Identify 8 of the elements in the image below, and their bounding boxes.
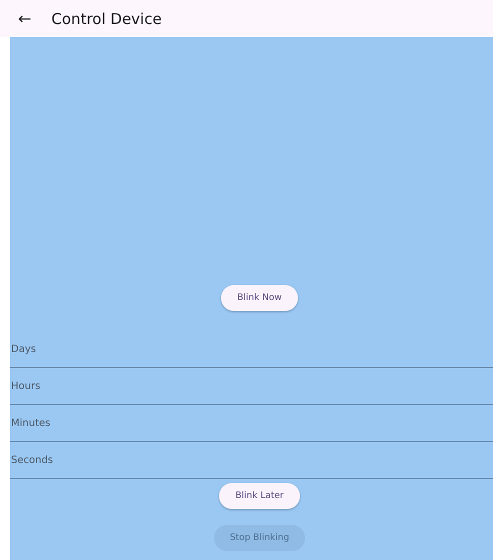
blink-now-button[interactable]: Blink Now (221, 285, 298, 311)
input-field[interactable]: Minutes (10, 405, 493, 442)
action-button[interactable]: Blink Later (219, 483, 300, 509)
input-field[interactable]: Hours (10, 368, 493, 405)
input-field[interactable]: Seconds (10, 442, 493, 479)
input-field[interactable]: Days (10, 331, 493, 368)
screen-title: Control Device (51, 10, 162, 28)
back-button[interactable]: ← (18, 9, 32, 28)
